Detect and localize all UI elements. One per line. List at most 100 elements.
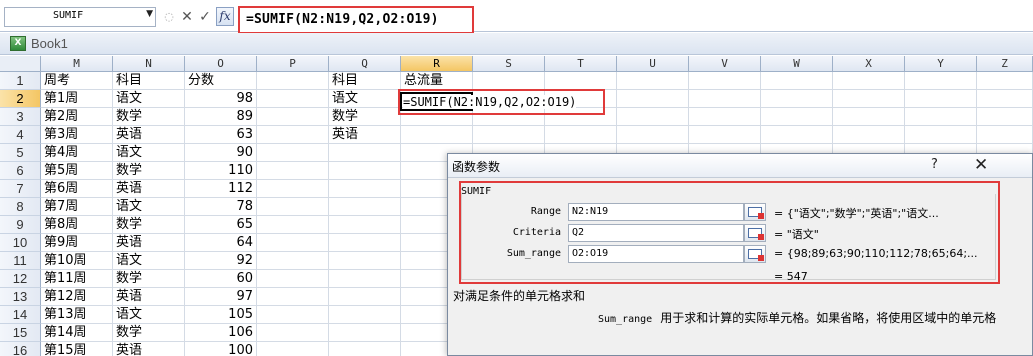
cell-q12[interactable] bbox=[329, 270, 401, 288]
cell-q9[interactable] bbox=[329, 216, 401, 234]
cell-m12[interactable]: 第11周 bbox=[41, 270, 113, 288]
cell-r1[interactable]: 总流量 bbox=[401, 72, 473, 90]
cell-z4[interactable] bbox=[977, 126, 1033, 144]
cell-m6[interactable]: 第5周 bbox=[41, 162, 113, 180]
cell-x4[interactable] bbox=[833, 126, 905, 144]
cell-p9[interactable] bbox=[257, 216, 329, 234]
cell-q8[interactable] bbox=[329, 198, 401, 216]
cell-p3[interactable] bbox=[257, 108, 329, 126]
cell-o12[interactable]: 60 bbox=[185, 270, 257, 288]
cell-s4[interactable] bbox=[473, 126, 545, 144]
cell-n3[interactable]: 数学 bbox=[113, 108, 185, 126]
cell-n15[interactable]: 数学 bbox=[113, 324, 185, 342]
cell-m9[interactable]: 第8周 bbox=[41, 216, 113, 234]
cell-y3[interactable] bbox=[905, 108, 977, 126]
cell-m10[interactable]: 第9周 bbox=[41, 234, 113, 252]
cell-n12[interactable]: 数学 bbox=[113, 270, 185, 288]
cell-q13[interactable] bbox=[329, 288, 401, 306]
cell-z3[interactable] bbox=[977, 108, 1033, 126]
formula-input[interactable]: =SUMIF(N2:N19,Q2,O2:O19) bbox=[238, 6, 474, 34]
cell-o7[interactable]: 112 bbox=[185, 180, 257, 198]
cell-o4[interactable]: 63 bbox=[185, 126, 257, 144]
scroll-left-icon[interactable]: ◌ bbox=[160, 6, 178, 28]
close-icon[interactable]: ✕ bbox=[974, 155, 988, 175]
row-header[interactable]: 4 bbox=[0, 126, 41, 144]
cell-o10[interactable]: 64 bbox=[185, 234, 257, 252]
cell-m8[interactable]: 第7周 bbox=[41, 198, 113, 216]
row-header[interactable]: 15 bbox=[0, 324, 41, 342]
row-header[interactable]: 9 bbox=[0, 216, 41, 234]
cell-o8[interactable]: 78 bbox=[185, 198, 257, 216]
column-header-u[interactable]: U bbox=[617, 56, 689, 72]
cell-o2[interactable]: 98 bbox=[185, 90, 257, 108]
row-header[interactable]: 8 bbox=[0, 198, 41, 216]
column-header-q[interactable]: Q bbox=[329, 56, 401, 72]
cell-y4[interactable] bbox=[905, 126, 977, 144]
cell-o5[interactable]: 90 bbox=[185, 144, 257, 162]
insert-function-button[interactable]: fx bbox=[216, 7, 234, 26]
chevron-down-icon[interactable]: ▼ bbox=[146, 9, 153, 19]
cell-q16[interactable] bbox=[329, 342, 401, 356]
cell-s1[interactable] bbox=[473, 72, 545, 90]
column-header-n[interactable]: N bbox=[113, 56, 185, 72]
cell-q3[interactable]: 数学 bbox=[329, 108, 401, 126]
cell-q1[interactable]: 科目 bbox=[329, 72, 401, 90]
row-header[interactable]: 3 bbox=[0, 108, 41, 126]
cell-o11[interactable]: 92 bbox=[185, 252, 257, 270]
enter-icon[interactable]: ✓ bbox=[196, 6, 214, 28]
cell-p7[interactable] bbox=[257, 180, 329, 198]
cell-m16[interactable]: 第15周 bbox=[41, 342, 113, 356]
column-header-m[interactable]: M bbox=[41, 56, 113, 72]
cell-w1[interactable] bbox=[761, 72, 833, 90]
cell-o6[interactable]: 110 bbox=[185, 162, 257, 180]
cell-m15[interactable]: 第14周 bbox=[41, 324, 113, 342]
cell-w2[interactable] bbox=[761, 90, 833, 108]
cell-n16[interactable]: 英语 bbox=[113, 342, 185, 356]
cell-m5[interactable]: 第4周 bbox=[41, 144, 113, 162]
cell-n11[interactable]: 语文 bbox=[113, 252, 185, 270]
cell-m14[interactable]: 第13周 bbox=[41, 306, 113, 324]
row-header[interactable]: 7 bbox=[0, 180, 41, 198]
row-header[interactable]: 10 bbox=[0, 234, 41, 252]
cell-p6[interactable] bbox=[257, 162, 329, 180]
cell-n6[interactable]: 数学 bbox=[113, 162, 185, 180]
cell-n8[interactable]: 语文 bbox=[113, 198, 185, 216]
cell-u4[interactable] bbox=[617, 126, 689, 144]
cell-u1[interactable] bbox=[617, 72, 689, 90]
cell-q4[interactable]: 英语 bbox=[329, 126, 401, 144]
column-header-v[interactable]: V bbox=[689, 56, 761, 72]
cell-v1[interactable] bbox=[689, 72, 761, 90]
cell-m13[interactable]: 第12周 bbox=[41, 288, 113, 306]
cell-v2[interactable] bbox=[689, 90, 761, 108]
cell-q11[interactable] bbox=[329, 252, 401, 270]
cell-n1[interactable]: 科目 bbox=[113, 72, 185, 90]
cell-m1[interactable]: 周考 bbox=[41, 72, 113, 90]
cell-n2[interactable]: 语文 bbox=[113, 90, 185, 108]
cell-m2[interactable]: 第1周 bbox=[41, 90, 113, 108]
row-header[interactable]: 14 bbox=[0, 306, 41, 324]
cell-o9[interactable]: 65 bbox=[185, 216, 257, 234]
column-header-x[interactable]: X bbox=[833, 56, 905, 72]
cell-r4[interactable] bbox=[401, 126, 473, 144]
cell-p5[interactable] bbox=[257, 144, 329, 162]
cell-x1[interactable] bbox=[833, 72, 905, 90]
cell-p14[interactable] bbox=[257, 306, 329, 324]
cell-t1[interactable] bbox=[545, 72, 617, 90]
row-header[interactable]: 1 bbox=[0, 72, 41, 90]
cell-p1[interactable] bbox=[257, 72, 329, 90]
cell-o13[interactable]: 97 bbox=[185, 288, 257, 306]
help-icon[interactable]: ? bbox=[931, 157, 938, 172]
name-box[interactable]: SUMIF ▼ bbox=[4, 7, 156, 27]
cell-n4[interactable]: 英语 bbox=[113, 126, 185, 144]
cell-w4[interactable] bbox=[761, 126, 833, 144]
cell-m4[interactable]: 第3周 bbox=[41, 126, 113, 144]
cell-q6[interactable] bbox=[329, 162, 401, 180]
column-header-w[interactable]: W bbox=[761, 56, 833, 72]
cell-p15[interactable] bbox=[257, 324, 329, 342]
cell-z2[interactable] bbox=[977, 90, 1033, 108]
cell-o3[interactable]: 89 bbox=[185, 108, 257, 126]
cancel-icon[interactable]: ✕ bbox=[178, 6, 196, 28]
row-header[interactable]: 13 bbox=[0, 288, 41, 306]
cell-y1[interactable] bbox=[905, 72, 977, 90]
cell-p4[interactable] bbox=[257, 126, 329, 144]
